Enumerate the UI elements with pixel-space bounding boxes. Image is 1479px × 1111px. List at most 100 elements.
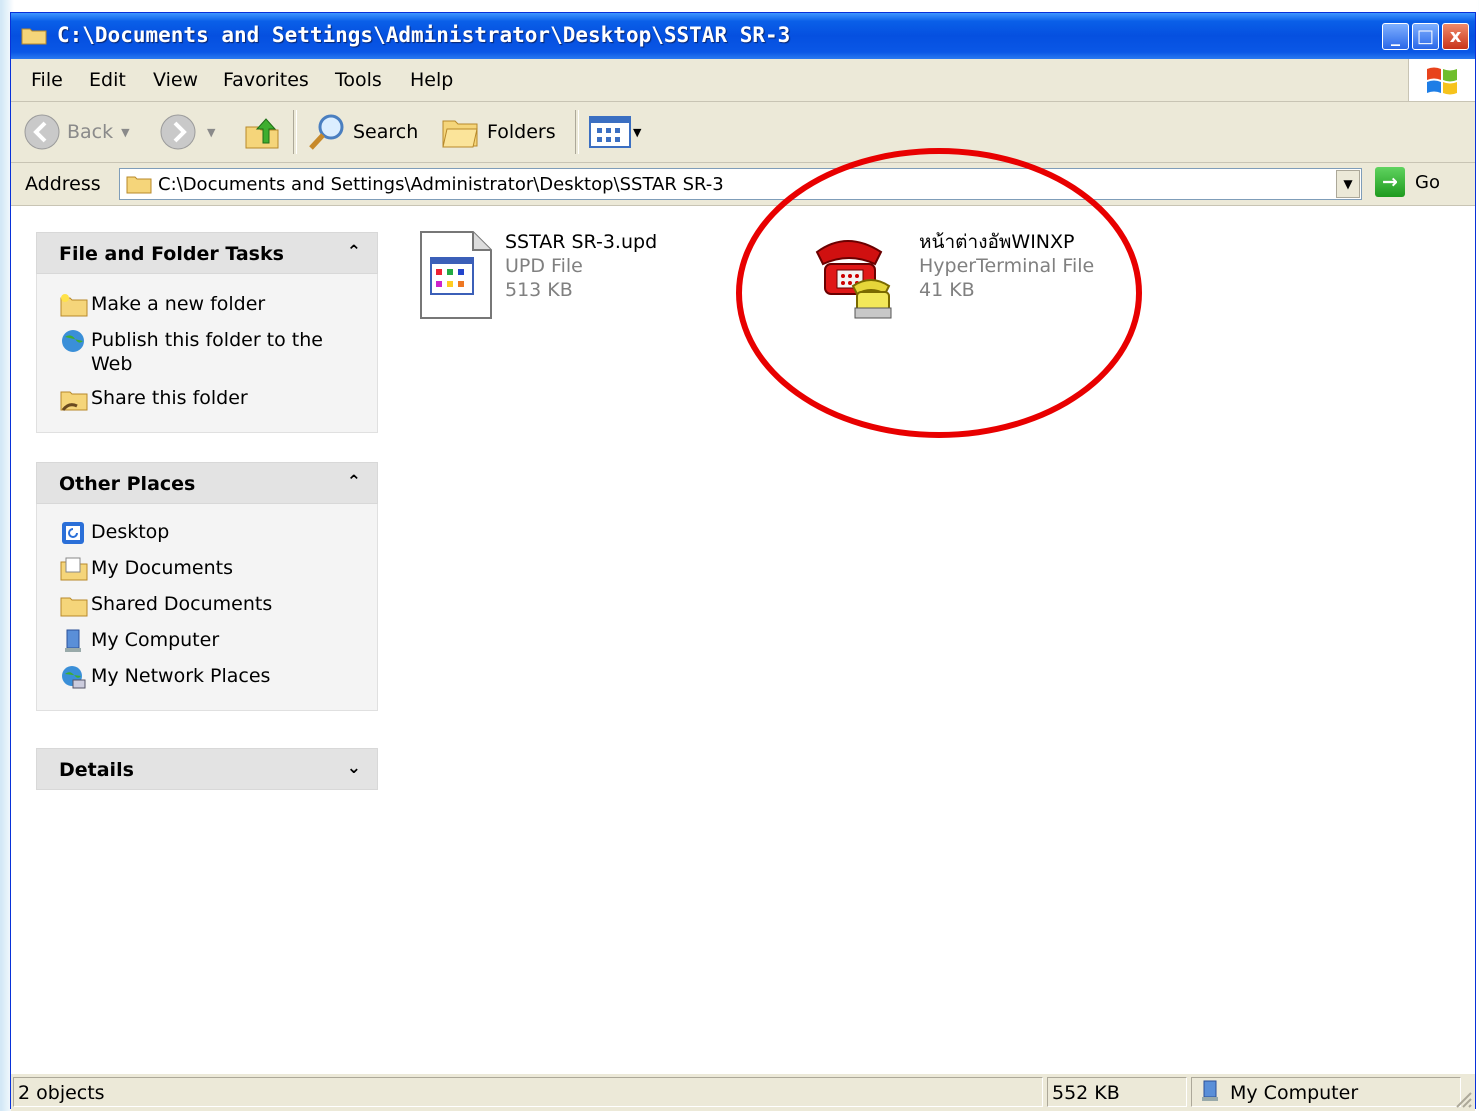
place-label: My Network Places	[91, 665, 271, 687]
windows-logo	[1408, 59, 1475, 101]
file-type: HyperTerminal File	[919, 255, 1095, 277]
address-dropdown-icon[interactable]: ▼	[1336, 170, 1360, 198]
task-make-new-folder[interactable]: Make a new folder	[37, 288, 377, 324]
expand-chevron-icon[interactable]: ⌄	[347, 758, 361, 778]
up-folder-button[interactable]	[243, 112, 281, 152]
views-icon	[589, 116, 631, 148]
status-size-cell: 552 KB	[1047, 1077, 1187, 1107]
address-label: Address	[25, 173, 101, 195]
address-input[interactable]: C:\Documents and Settings\Administrator\…	[119, 168, 1362, 200]
shared-documents-icon	[60, 597, 88, 617]
upd-file-icon	[420, 231, 492, 319]
place-label: Shared Documents	[91, 593, 273, 615]
collapse-chevron-icon[interactable]: ⌃	[347, 242, 361, 262]
menu-favorites[interactable]: Favorites	[223, 69, 309, 91]
go-arrow-icon: →	[1375, 167, 1405, 197]
views-button[interactable]: ▼	[589, 112, 641, 152]
back-dropdown-icon: ▼	[121, 125, 130, 139]
publish-web-icon	[62, 330, 84, 352]
maximize-button[interactable]: □	[1412, 23, 1439, 50]
share-folder-icon	[60, 391, 88, 411]
address-value: C:\Documents and Settings\Administrator\…	[158, 174, 724, 195]
details-panel: Details ⌄	[36, 748, 378, 790]
collapse-chevron-icon[interactable]: ⌃	[347, 472, 361, 492]
forward-button[interactable]: ▼	[159, 112, 215, 152]
file-folder-tasks-panel: File and Folder Tasks ⌃ Make a new folde…	[36, 232, 378, 433]
toolbar-separator	[575, 110, 579, 154]
status-objects-cell: 2 objects	[13, 1077, 1043, 1107]
file-size: 41 KB	[919, 279, 975, 301]
place-desktop[interactable]: Desktop	[37, 516, 377, 552]
task-label: Share this folder	[91, 387, 248, 409]
close-button[interactable]: x	[1442, 23, 1469, 50]
other-places-panel: Other Places ⌃ Desktop My Documents Shar…	[36, 462, 378, 711]
resize-grip-icon[interactable]	[1453, 1089, 1473, 1109]
file-item[interactable]: SSTAR SR-3.upd UPD File 513 KB	[419, 230, 657, 320]
explorer-window: C:\Documents and Settings\Administrator\…	[10, 12, 1476, 1111]
panel-title: Details	[59, 759, 134, 781]
status-zone-cell: My Computer	[1191, 1077, 1461, 1107]
menu-view[interactable]: View	[153, 69, 198, 91]
status-objects: 2 objects	[18, 1082, 105, 1104]
task-pane: File and Folder Tasks ⌃ Make a new folde…	[11, 206, 403, 1073]
desktop-icon	[62, 522, 84, 544]
search-icon	[309, 114, 344, 150]
views-dropdown-icon: ▼	[633, 125, 642, 139]
folder-icon	[21, 28, 47, 45]
toolbar-separator	[293, 110, 297, 154]
place-label: Desktop	[91, 521, 170, 543]
status-zone: My Computer	[1230, 1082, 1359, 1104]
other-places-header[interactable]: Other Places ⌃	[36, 462, 378, 504]
status-bar: 2 objects 552 KB My Computer	[11, 1073, 1475, 1111]
folders-button[interactable]: Folders	[441, 112, 556, 152]
folder-content: File and Folder Tasks ⌃ Make a new folde…	[11, 206, 1475, 1073]
place-my-network-places[interactable]: My Network Places	[37, 660, 377, 696]
my-computer-icon	[65, 629, 81, 652]
new-folder-icon	[60, 294, 88, 317]
panel-title: Other Places	[59, 473, 196, 495]
file-folder-tasks-header[interactable]: File and Folder Tasks ⌃	[36, 232, 378, 274]
menu-file[interactable]: File	[31, 69, 63, 91]
my-computer-icon	[1202, 1080, 1218, 1101]
task-label: Publish this folder to the Web	[91, 329, 323, 375]
place-my-computer[interactable]: My Computer	[37, 624, 377, 660]
folder-icon	[126, 176, 152, 194]
panel-title: File and Folder Tasks	[59, 243, 284, 265]
details-header[interactable]: Details ⌄	[36, 748, 378, 790]
task-share-folder[interactable]: Share this folder	[37, 382, 377, 418]
back-button[interactable]: Back ▼	[23, 112, 130, 152]
folders-label: Folders	[487, 121, 556, 143]
panel-body: Make a new folder Publish this folder to…	[36, 274, 378, 433]
folders-icon	[442, 120, 478, 148]
title-bar[interactable]: C:\Documents and Settings\Administrator\…	[11, 13, 1475, 59]
place-label: My Documents	[91, 557, 234, 579]
hyperterminal-phone-icon	[815, 240, 892, 319]
forward-dropdown-icon: ▼	[207, 125, 216, 139]
menu-edit[interactable]: Edit	[89, 69, 126, 91]
address-bar: Address C:\Documents and Settings\Admini…	[11, 163, 1475, 206]
standard-toolbar: Back ▼ ▼ Search Folders ▼	[11, 102, 1475, 163]
go-button[interactable]: → Go	[1375, 167, 1440, 197]
forward-arrow-icon	[160, 114, 196, 150]
back-arrow-icon	[24, 114, 60, 150]
file-name: SSTAR SR-3.upd	[505, 231, 658, 253]
search-button[interactable]: Search	[307, 112, 418, 152]
menu-bar: File Edit View Favorites Tools Help	[11, 59, 1475, 102]
minimize-button[interactable]: _	[1382, 23, 1409, 50]
back-label: Back	[67, 121, 114, 143]
place-shared-documents[interactable]: Shared Documents	[37, 588, 377, 624]
windows-flag-icon	[1427, 67, 1457, 95]
up-folder-icon	[245, 118, 279, 149]
task-label: Make a new folder	[91, 293, 266, 315]
menu-help[interactable]: Help	[410, 69, 453, 91]
file-name: หน้าต่างอัพWINXP	[919, 231, 1075, 253]
menu-tools[interactable]: Tools	[335, 69, 382, 91]
place-label: My Computer	[91, 629, 220, 651]
file-type: UPD File	[505, 255, 583, 277]
search-label: Search	[353, 121, 419, 143]
task-publish-folder[interactable]: Publish this folder to the Web	[37, 324, 377, 382]
file-item[interactable]: หน้าต่างอัพWINXP HyperTerminal File 41 K…	[811, 230, 1094, 320]
status-size: 552 KB	[1052, 1082, 1120, 1104]
go-label: Go	[1415, 171, 1440, 193]
place-my-documents[interactable]: My Documents	[37, 552, 377, 588]
